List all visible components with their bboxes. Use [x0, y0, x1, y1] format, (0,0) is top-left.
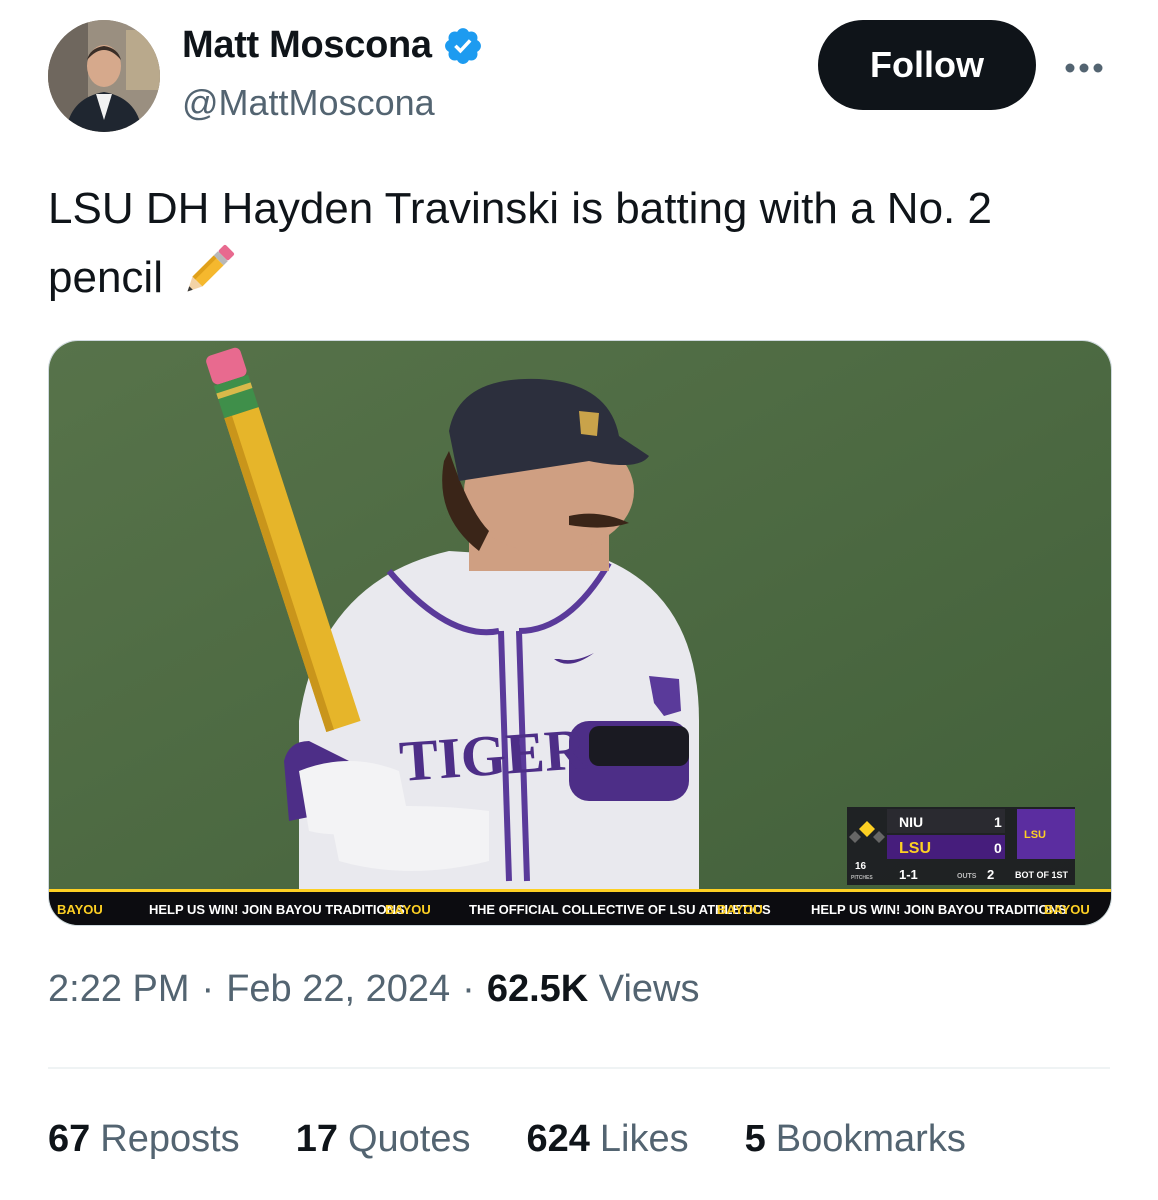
tweet-text: LSU DH Hayden Travinski is batting with … — [48, 176, 1118, 319]
bookmarks-stat[interactable]: 5 Bookmarks — [745, 1118, 966, 1161]
author-handle[interactable]: @MattMoscona — [182, 82, 435, 124]
views-label: Views — [598, 968, 700, 1010]
verified-badge-icon — [444, 27, 481, 64]
more-options-icon[interactable] — [1060, 48, 1108, 88]
scorebug-count: 1-1 — [899, 867, 918, 882]
reposts-stat[interactable]: 67 Reposts — [48, 1118, 240, 1161]
stat-label: Quotes — [347, 1118, 471, 1160]
engagement-stats: 67 Reposts 17 Quotes 624 Likes 5 Bookmar… — [48, 1118, 966, 1161]
scorebug-away-team: NIU — [899, 814, 923, 830]
ticker-item: BAYOU — [57, 902, 103, 917]
ticker-item: BAYOU — [1044, 902, 1090, 917]
ticker-item: HELP US WIN! JOIN BAYOU TRADITIONS — [149, 902, 405, 917]
stat-count: 5 — [744, 1118, 766, 1160]
ticker-item: BAYOU — [385, 902, 431, 917]
author-name[interactable]: Matt Moscona — [182, 24, 432, 67]
likes-stat[interactable]: 624 Likes — [527, 1118, 689, 1161]
follow-button[interactable]: Follow — [818, 20, 1036, 110]
stat-label: Likes — [599, 1118, 689, 1160]
ticker-item: BAYOU — [717, 902, 763, 917]
scorebug-away-score: 1 — [994, 814, 1002, 830]
quotes-stat[interactable]: 17 Quotes — [296, 1118, 471, 1161]
jersey-lettering: TIGER — [397, 716, 589, 794]
stat-count: 17 — [295, 1118, 338, 1160]
tweet-time[interactable]: 2:22 PM — [48, 968, 190, 1011]
scorebug-pitches: 16 — [855, 861, 867, 872]
stat-count: 624 — [526, 1118, 590, 1160]
avatar[interactable] — [48, 20, 160, 132]
author-name-row: Matt Moscona — [182, 24, 484, 67]
scorebug-pitches-label: PITCHES — [851, 875, 873, 881]
tweet-date[interactable]: Feb 22, 2024 — [226, 968, 450, 1011]
ticker-item: HELP US WIN! JOIN BAYOU TRADITIONS — [811, 902, 1067, 917]
stat-count: 67 — [48, 1118, 91, 1160]
scorebug-home-score: 0 — [994, 840, 1002, 856]
scorebug-outs: 2 — [987, 867, 994, 882]
scorebug: NIU 1 LSU 0 LSU 16 PITCHES 1-1 OUTS 2 BO… — [847, 807, 1075, 885]
meta-separator: · — [201, 968, 215, 1010]
tweet-meta: 2:22 PM · Feb 22, 2024 · 62.5K Views — [48, 968, 699, 1011]
pencil-emoji-icon — [179, 242, 237, 319]
scorebug-inning: BOT OF 1ST — [1015, 870, 1069, 880]
stat-label: Bookmarks — [775, 1118, 966, 1160]
meta-separator: · — [462, 968, 475, 1010]
scorebug-sponsor: LSU — [1024, 829, 1046, 841]
views-count[interactable]: 62.5K — [487, 968, 588, 1010]
scorebug-home-team: LSU — [899, 840, 931, 857]
stat-label: Reposts — [100, 1118, 240, 1160]
divider — [48, 1067, 1110, 1069]
scorebug-outs-label: OUTS — [957, 873, 977, 880]
tweet-media-video[interactable]: TIGER NIU 1 LSU 0 LSU 16 PITCHES 1-1 OUT… — [48, 340, 1112, 926]
